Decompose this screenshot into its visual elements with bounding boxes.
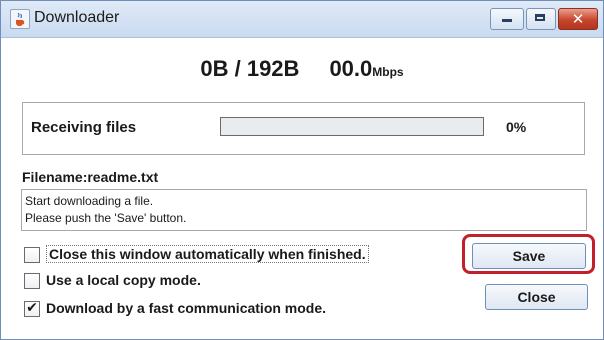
minimize-icon bbox=[502, 19, 512, 22]
message-line-2: Please push the 'Save' button. bbox=[25, 211, 187, 225]
minimize-button[interactable] bbox=[490, 8, 524, 30]
title-bar[interactable]: Downloader ✕ bbox=[1, 1, 603, 38]
speed-unit: Mbps bbox=[372, 65, 404, 79]
filename-label: Filename:readme.txt bbox=[22, 169, 159, 185]
maximize-icon bbox=[535, 14, 545, 21]
maximize-button[interactable] bbox=[526, 8, 556, 30]
message-line-1: Start downloading a file. bbox=[25, 194, 154, 208]
window-title: Downloader bbox=[34, 9, 120, 26]
save-button[interactable]: Save bbox=[472, 243, 586, 269]
progress-label: Receiving files bbox=[31, 119, 137, 136]
checkmark-icon: ✔ bbox=[26, 300, 38, 316]
progress-panel: Receiving files 0% bbox=[22, 102, 585, 155]
transferred-bytes: 0B / 192B bbox=[200, 56, 300, 81]
downloader-window: Downloader ✕ 0B / 192B 00.0Mbps Receiving… bbox=[0, 0, 604, 340]
checkbox-local-copy[interactable] bbox=[24, 273, 40, 289]
progress-percent: 0% bbox=[506, 119, 527, 135]
close-icon: ✕ bbox=[571, 10, 585, 28]
window-close-button[interactable]: ✕ bbox=[558, 8, 598, 30]
option-local-copy-label[interactable]: Use a local copy mode. bbox=[46, 272, 201, 288]
close-button[interactable]: Close bbox=[485, 284, 588, 310]
option-fast-mode-label[interactable]: Download by a fast communication mode. bbox=[46, 300, 326, 316]
speed-value: 00.0 bbox=[329, 56, 373, 81]
progress-bar bbox=[220, 117, 484, 136]
message-box: Start downloading a file. Please push th… bbox=[21, 189, 587, 231]
java-cup-icon bbox=[10, 9, 30, 29]
checkbox-fast-mode[interactable]: ✔ bbox=[24, 300, 40, 317]
transfer-stats: 0B / 192B 00.0Mbps bbox=[1, 56, 603, 82]
option-auto-close-label[interactable]: Close this window automatically when fin… bbox=[46, 245, 369, 263]
checkbox-auto-close[interactable] bbox=[24, 247, 40, 263]
